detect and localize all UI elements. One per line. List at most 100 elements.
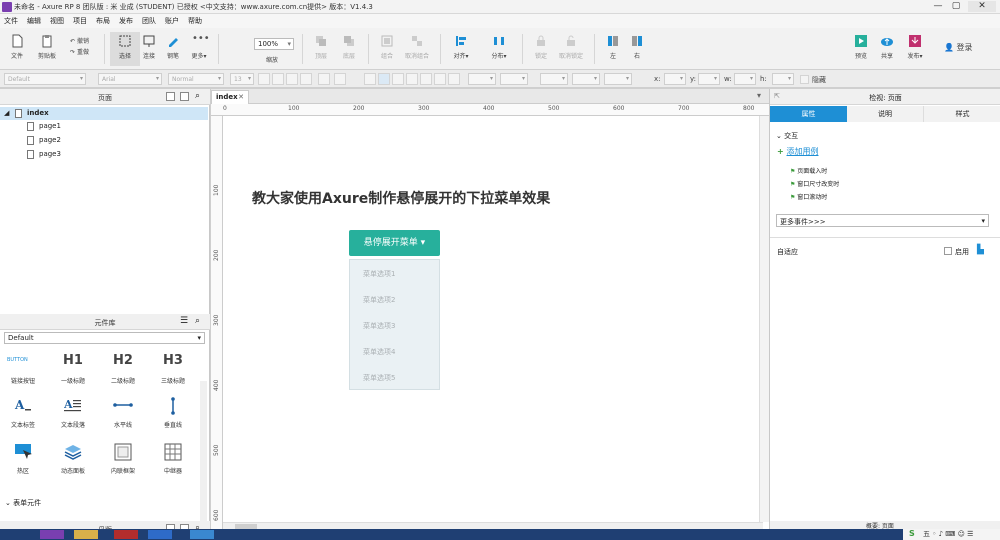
form-widgets-group[interactable]: ⌄ 表单元件 — [5, 498, 41, 508]
weight-select[interactable]: Normal — [168, 73, 224, 85]
interactions-section[interactable]: ⌄ 交互 — [776, 131, 798, 141]
tab-notes[interactable]: 说明 — [847, 106, 924, 122]
event-window-scroll[interactable]: ⚑ 窗口滚动时 — [790, 192, 827, 201]
minimize-icon[interactable]: — — [930, 1, 946, 12]
page-tree-item[interactable]: page2 — [0, 134, 208, 147]
more-events-select[interactable]: 更多事件>>> ▾ — [776, 214, 989, 227]
text-color-button[interactable] — [258, 73, 270, 85]
h-input[interactable] — [772, 73, 794, 85]
menu-icon[interactable]: ☰ — [180, 316, 188, 326]
library-select[interactable]: Default ▾ — [4, 332, 205, 344]
enable-checkbox[interactable] — [944, 247, 952, 255]
valign-bottom-button[interactable] — [448, 73, 460, 85]
style-select[interactable]: Default — [4, 73, 86, 85]
lock-button[interactable]: 锁定 — [526, 32, 556, 66]
tab-style[interactable]: 样式 — [924, 106, 1000, 122]
redo-button[interactable]: ↷ 重做 — [70, 47, 89, 56]
group-button[interactable]: 组合 — [372, 32, 402, 66]
menu-file[interactable]: 文件 — [4, 16, 18, 26]
taskbar-app-icon[interactable] — [40, 530, 64, 539]
widget-h1[interactable]: H1 一级标题 — [53, 353, 93, 385]
close-icon[interactable]: ✕ — [238, 93, 244, 101]
expand-icon[interactable]: ◢ — [4, 109, 9, 117]
search-icon[interactable]: ⌕ — [195, 91, 200, 101]
right-button[interactable]: 右 — [622, 32, 652, 66]
taskbar-folder-icon[interactable] — [74, 530, 98, 539]
widget-hotspot[interactable]: 热区 — [3, 443, 43, 475]
widget-vertical-line[interactable]: 垂直线 — [153, 397, 193, 429]
undo-button[interactable]: ↶ 撤销 — [70, 36, 89, 45]
x-input[interactable] — [664, 73, 686, 85]
distribute-button[interactable]: 分布▾ — [484, 32, 514, 66]
widget-h2[interactable]: H2 二级标题 — [103, 353, 143, 385]
w-input[interactable] — [734, 73, 756, 85]
tab-properties[interactable]: 属性 — [770, 106, 847, 122]
add-page-icon[interactable] — [166, 92, 175, 101]
page-tree-root[interactable]: ◢ index — [0, 107, 208, 120]
canvas[interactable] — [211, 89, 769, 529]
widget-horizontal-line[interactable]: 水平线 — [103, 397, 143, 429]
menu-layout[interactable]: 布局 — [96, 16, 110, 26]
bring-front-button[interactable]: 顶层 — [306, 32, 336, 66]
event-page-load[interactable]: ⚑ 页面载入时 — [790, 166, 827, 175]
publish-button[interactable]: 发布▾ — [900, 32, 930, 66]
widget-dynamic-panel[interactable]: 动态面板 — [53, 443, 93, 475]
event-window-resize[interactable]: ⚑ 窗口尺寸改变时 — [790, 179, 839, 188]
taskbar-app-icon[interactable] — [114, 530, 138, 539]
widget-link-button[interactable]: BUTTON 链接按钮 — [3, 353, 43, 385]
add-case-link[interactable]: + 添加用例 — [777, 146, 819, 157]
close-icon[interactable]: ✕ — [968, 1, 996, 12]
bold-button[interactable] — [272, 73, 284, 85]
widget-text-label[interactable]: A 文本标签 — [3, 397, 43, 429]
menu-edit[interactable]: 编辑 — [27, 16, 41, 26]
sogou-ime-icon[interactable]: S — [909, 529, 915, 538]
login-button[interactable]: 👤 登录 — [944, 42, 973, 53]
dropdown-menu-item[interactable]: 菜单选项2 — [350, 287, 439, 313]
menu-publish[interactable]: 发布 — [119, 16, 133, 26]
shadow-select[interactable] — [500, 73, 528, 85]
dropdown-menu-item[interactable]: 菜单选项4 — [350, 339, 439, 365]
library-scrollbar[interactable] — [200, 381, 207, 521]
page-tree-item[interactable]: page3 — [0, 148, 208, 161]
zoom-select[interactable]: 100% ▾ — [254, 38, 294, 50]
align-center-text-button[interactable] — [378, 73, 390, 85]
line-width-select[interactable] — [572, 73, 600, 85]
line-style-select[interactable] — [604, 73, 632, 85]
add-folder-icon[interactable] — [180, 92, 189, 101]
widget-h3[interactable]: H3 三级标题 — [153, 353, 193, 385]
search-icon[interactable]: ⌕ — [195, 316, 200, 326]
tab-index[interactable]: index ✕ — [211, 90, 249, 104]
maximize-icon[interactable]: ▢ — [948, 1, 964, 12]
ime-toolbar[interactable]: S 五 ◦ ♪ ⌨ ☺ ☰ — [903, 529, 1000, 540]
hover-dropdown-button[interactable]: 悬停展开菜单 ▾ — [349, 230, 440, 256]
widget-inline-frame[interactable]: 内联框架 — [103, 443, 143, 475]
underline-button[interactable] — [300, 73, 312, 85]
hidden-checkbox[interactable] — [800, 75, 809, 84]
unlock-button[interactable]: 取消锁定 — [556, 32, 586, 66]
menu-help[interactable]: 帮助 — [188, 16, 202, 26]
devices-icon[interactable]: ▙ — [977, 245, 984, 255]
dropdown-menu-item[interactable]: 菜单选项3 — [350, 313, 439, 339]
ungroup-button[interactable]: 取消组合 — [402, 32, 432, 66]
widget-repeater[interactable]: 中继器 — [153, 443, 193, 475]
menu-team[interactable]: 团队 — [142, 16, 156, 26]
vertical-scrollbar[interactable] — [759, 116, 769, 522]
chevron-down-icon[interactable]: ▾ — [757, 91, 761, 100]
dropdown-menu-item[interactable]: 菜单选项5 — [350, 365, 439, 391]
list-button[interactable] — [334, 73, 346, 85]
menu-account[interactable]: 账户 — [165, 16, 179, 26]
pin-icon[interactable]: ⇱ — [774, 92, 780, 100]
dropdown-menu-item[interactable]: 菜单选项1 — [350, 261, 439, 287]
clipboard-button[interactable]: 剪贴板 — [32, 32, 62, 66]
widget-paragraph[interactable]: A 文本段落 — [53, 397, 93, 429]
fill-color-select[interactable] — [468, 73, 496, 85]
bullet-button[interactable] — [318, 73, 330, 85]
italic-button[interactable] — [286, 73, 298, 85]
menu-view[interactable]: 视图 — [50, 16, 64, 26]
ime-mode-icons[interactable]: 五 ◦ ♪ ⌨ ☺ ☰ — [923, 529, 973, 539]
justify-text-button[interactable] — [406, 73, 418, 85]
file-button[interactable]: 文件 — [2, 32, 32, 66]
line-color-select[interactable] — [540, 73, 568, 85]
share-button[interactable]: 共享 — [872, 32, 902, 66]
font-select[interactable]: Arial — [98, 73, 162, 85]
